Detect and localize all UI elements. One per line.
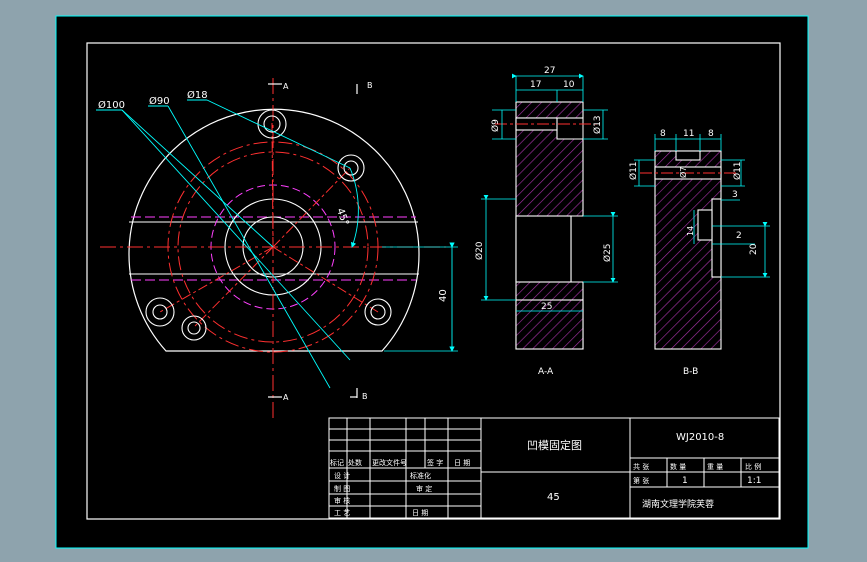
tb-row-date: 日 期 (412, 509, 428, 517)
drawing-title: 凹模固定图 (527, 438, 582, 452)
dim-10: 10 (563, 80, 575, 90)
dim-b11: 11 (683, 129, 694, 139)
material-text: 45 (547, 492, 560, 503)
dim-b3: 3 (732, 190, 738, 200)
dim-b8-left: 8 (660, 129, 666, 139)
tb-row-check: 审 核 (334, 496, 350, 505)
cad-viewport: A A B B Ø100 Ø90 Ø18 45° 40 27 17 10 Ø9 … (0, 0, 867, 562)
tb-row-draw: 制 图 (334, 484, 350, 493)
dim-25: 25 (541, 302, 552, 312)
dim-17: 17 (530, 80, 541, 90)
drawing-sheet: A A B B Ø100 Ø90 Ø18 45° 40 27 17 10 Ø9 … (55, 15, 809, 549)
tb-scale-value: 1:1 (747, 476, 761, 486)
tb-quantity-label: 数 量 (670, 462, 686, 471)
section-marker-b-bottom: B (362, 392, 368, 401)
dim-b8-right: 8 (708, 129, 714, 139)
section-bb-label: B-B (683, 367, 698, 377)
organization-name: 湖南文理学院芙蓉 (642, 498, 714, 510)
tb-scale-label: 比 例 (745, 462, 761, 471)
dim-b20: 20 (749, 243, 759, 255)
section-marker-a-bottom: A (283, 393, 289, 402)
tb-header-count: 处数 (348, 458, 362, 467)
section-marker-b-top: B (367, 81, 373, 90)
section-marker-a-top: A (283, 82, 289, 91)
tb-header-sign: 签 字 (427, 458, 443, 467)
tb-header-date: 日 期 (454, 459, 470, 467)
section-aa-label: A-A (538, 367, 554, 377)
dim-d9: Ø9 (490, 119, 501, 132)
tb-row-process: 工 艺 (334, 509, 350, 517)
dim-b-d7: Ø7 (678, 167, 688, 178)
tb-weight-label: 重 量 (707, 463, 723, 471)
dim-d13: Ø13 (592, 115, 603, 134)
dim-d20: Ø20 (474, 241, 485, 260)
tb-header-mark: 标记 (330, 458, 344, 467)
dim-d90: Ø90 (149, 95, 170, 107)
dim-27: 27 (544, 66, 555, 76)
tb-quantity-value: 1 (682, 476, 688, 486)
dim-b14: 14 (686, 226, 695, 236)
dim-b-d11-left: Ø11 (628, 161, 639, 180)
dim-b2: 2 (736, 231, 742, 241)
dim-40: 40 (438, 289, 449, 302)
tb-row-design: 设 计 (334, 471, 350, 480)
tb-row-standard: 标准化 (410, 471, 431, 480)
dim-d100: Ø100 (98, 99, 125, 111)
tb-header-doc: 更改文件号 (372, 458, 407, 467)
drawing-code: WJ2010-8 (676, 432, 724, 443)
dim-b-d11-right: Ø11 (732, 161, 743, 180)
dim-d25: Ø25 (602, 243, 613, 262)
dim-d18: Ø18 (187, 89, 208, 101)
tb-total-sheets: 共 张 (633, 462, 649, 471)
tb-row-review: 审 定 (416, 484, 432, 493)
tb-sheet-no: 第 张 (633, 476, 649, 485)
